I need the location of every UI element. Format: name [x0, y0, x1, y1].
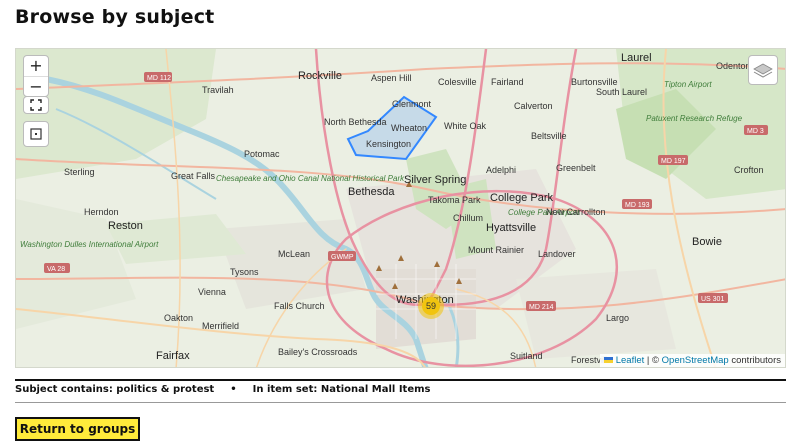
layers-button[interactable] [748, 55, 778, 85]
place-beltsville: Beltsville [531, 131, 567, 141]
fit-bounds-icon [30, 128, 42, 140]
shield-md214: MD 214 [529, 304, 554, 311]
place-glenmont: Glenmont [392, 99, 432, 109]
fit-bounds-button[interactable] [23, 121, 49, 147]
place-colesville: Colesville [438, 77, 477, 87]
attribution-contributors: contributors [731, 355, 781, 366]
place-greenbelt: Greenbelt [556, 163, 596, 173]
cluster-count: 59 [422, 297, 440, 315]
place-oakton: Oakton [164, 313, 193, 323]
place-tysons: Tysons [230, 267, 259, 277]
place-travilah: Travilah [202, 85, 234, 95]
place-vienna: Vienna [198, 287, 226, 297]
place-aspen-hill: Aspen Hill [371, 73, 412, 83]
attribution-separator: | [646, 355, 650, 366]
place-burtonsville: Burtonsville [571, 77, 618, 87]
place-chillum: Chillum [453, 213, 483, 223]
place-washington-airport: Washington Dulles International Airport [20, 240, 159, 249]
place-potomac: Potomac [244, 149, 280, 159]
place-wheaton: Wheaton [391, 123, 427, 133]
place-adelphi: Adelphi [486, 165, 516, 175]
layers-icon [753, 63, 773, 78]
place-college-park: College Park [490, 192, 553, 204]
place-sterling: Sterling [64, 167, 95, 177]
place-bethesda: Bethesda [348, 186, 395, 198]
shield-va28: VA 28 [47, 266, 65, 273]
leaflet-link[interactable]: Leaflet [616, 355, 645, 366]
filter-subject: Subject contains: politics & protest [15, 384, 215, 395]
place-takoma-park: Takoma Park [428, 195, 481, 205]
fullscreen-button[interactable] [23, 96, 49, 114]
place-new-carrollton: New Carrollton [546, 207, 606, 217]
place-merrifield: Merrifield [202, 321, 239, 331]
place-tipton-airport: Tipton Airport [664, 80, 712, 89]
place-kensington: Kensington [366, 139, 411, 149]
place-landover: Landover [538, 249, 576, 259]
zoom-in-button[interactable]: + [24, 56, 48, 76]
zoom-out-button[interactable]: − [24, 76, 48, 96]
map-attribution: Leaflet | © OpenStreetMap contributors [600, 354, 785, 367]
place-hyattsville: Hyattsville [486, 222, 536, 234]
place-fairland: Fairland [491, 77, 524, 87]
filter-separator: • [230, 384, 237, 395]
place-silver-spring: Silver Spring [404, 174, 466, 186]
marker-cluster[interactable]: 59 [418, 293, 444, 319]
place-calverton: Calverton [514, 101, 553, 111]
ukraine-flag-icon [604, 357, 614, 364]
place-white-oak: White Oak [444, 121, 487, 131]
divider-bottom [15, 402, 786, 403]
place-suitland: Suitland [510, 351, 543, 361]
page-title: Browse by subject [15, 6, 215, 28]
divider-top [15, 379, 786, 381]
active-filters: Subject contains: politics & protest • I… [15, 384, 431, 395]
return-to-groups-button[interactable]: Return to groups [15, 417, 140, 441]
map-tiles[interactable]: Rockville Aspen Hill Colesville Fairland… [16, 49, 786, 368]
place-falls-church: Falls Church [274, 301, 325, 311]
place-crofton: Crofton [734, 165, 764, 175]
place-baileys-crossroads: Bailey's Crossroads [278, 347, 358, 357]
shield-md112: MD 112 [147, 75, 171, 82]
attribution-copyright: © [652, 355, 659, 366]
place-bowie: Bowie [692, 236, 722, 248]
shield-gwmp: GWMP [331, 254, 354, 261]
place-patuxent-refuge: Patuxent Research Refuge [646, 114, 743, 123]
place-mount-rainier: Mount Rainier [468, 245, 524, 255]
place-chesapeake-canal: Chesapeake and Ohio Canal National Histo… [216, 174, 405, 183]
place-fairfax: Fairfax [156, 350, 190, 362]
place-odenton: Odenton [716, 61, 751, 71]
place-rockville: Rockville [298, 70, 342, 82]
place-reston: Reston [108, 220, 143, 232]
place-north-bethesda: North Bethesda [324, 117, 387, 127]
place-south-laurel: South Laurel [596, 87, 647, 97]
place-herndon: Herndon [84, 207, 119, 217]
shield-us301: US 301 [701, 296, 724, 303]
shield-md193: MD 193 [625, 202, 650, 209]
place-laurel: Laurel [621, 52, 652, 64]
place-mclean: McLean [278, 249, 310, 259]
shield-md3: MD 3 [747, 128, 764, 135]
fullscreen-icon [30, 99, 42, 111]
osm-link[interactable]: OpenStreetMap [662, 355, 729, 366]
shield-md197: MD 197 [661, 158, 686, 165]
filter-item-set: In item set: National Mall Items [252, 384, 431, 395]
place-great-falls: Great Falls [171, 171, 216, 181]
place-largo: Largo [606, 313, 629, 323]
zoom-control: + − [23, 55, 49, 97]
map[interactable]: Rockville Aspen Hill Colesville Fairland… [15, 48, 786, 368]
